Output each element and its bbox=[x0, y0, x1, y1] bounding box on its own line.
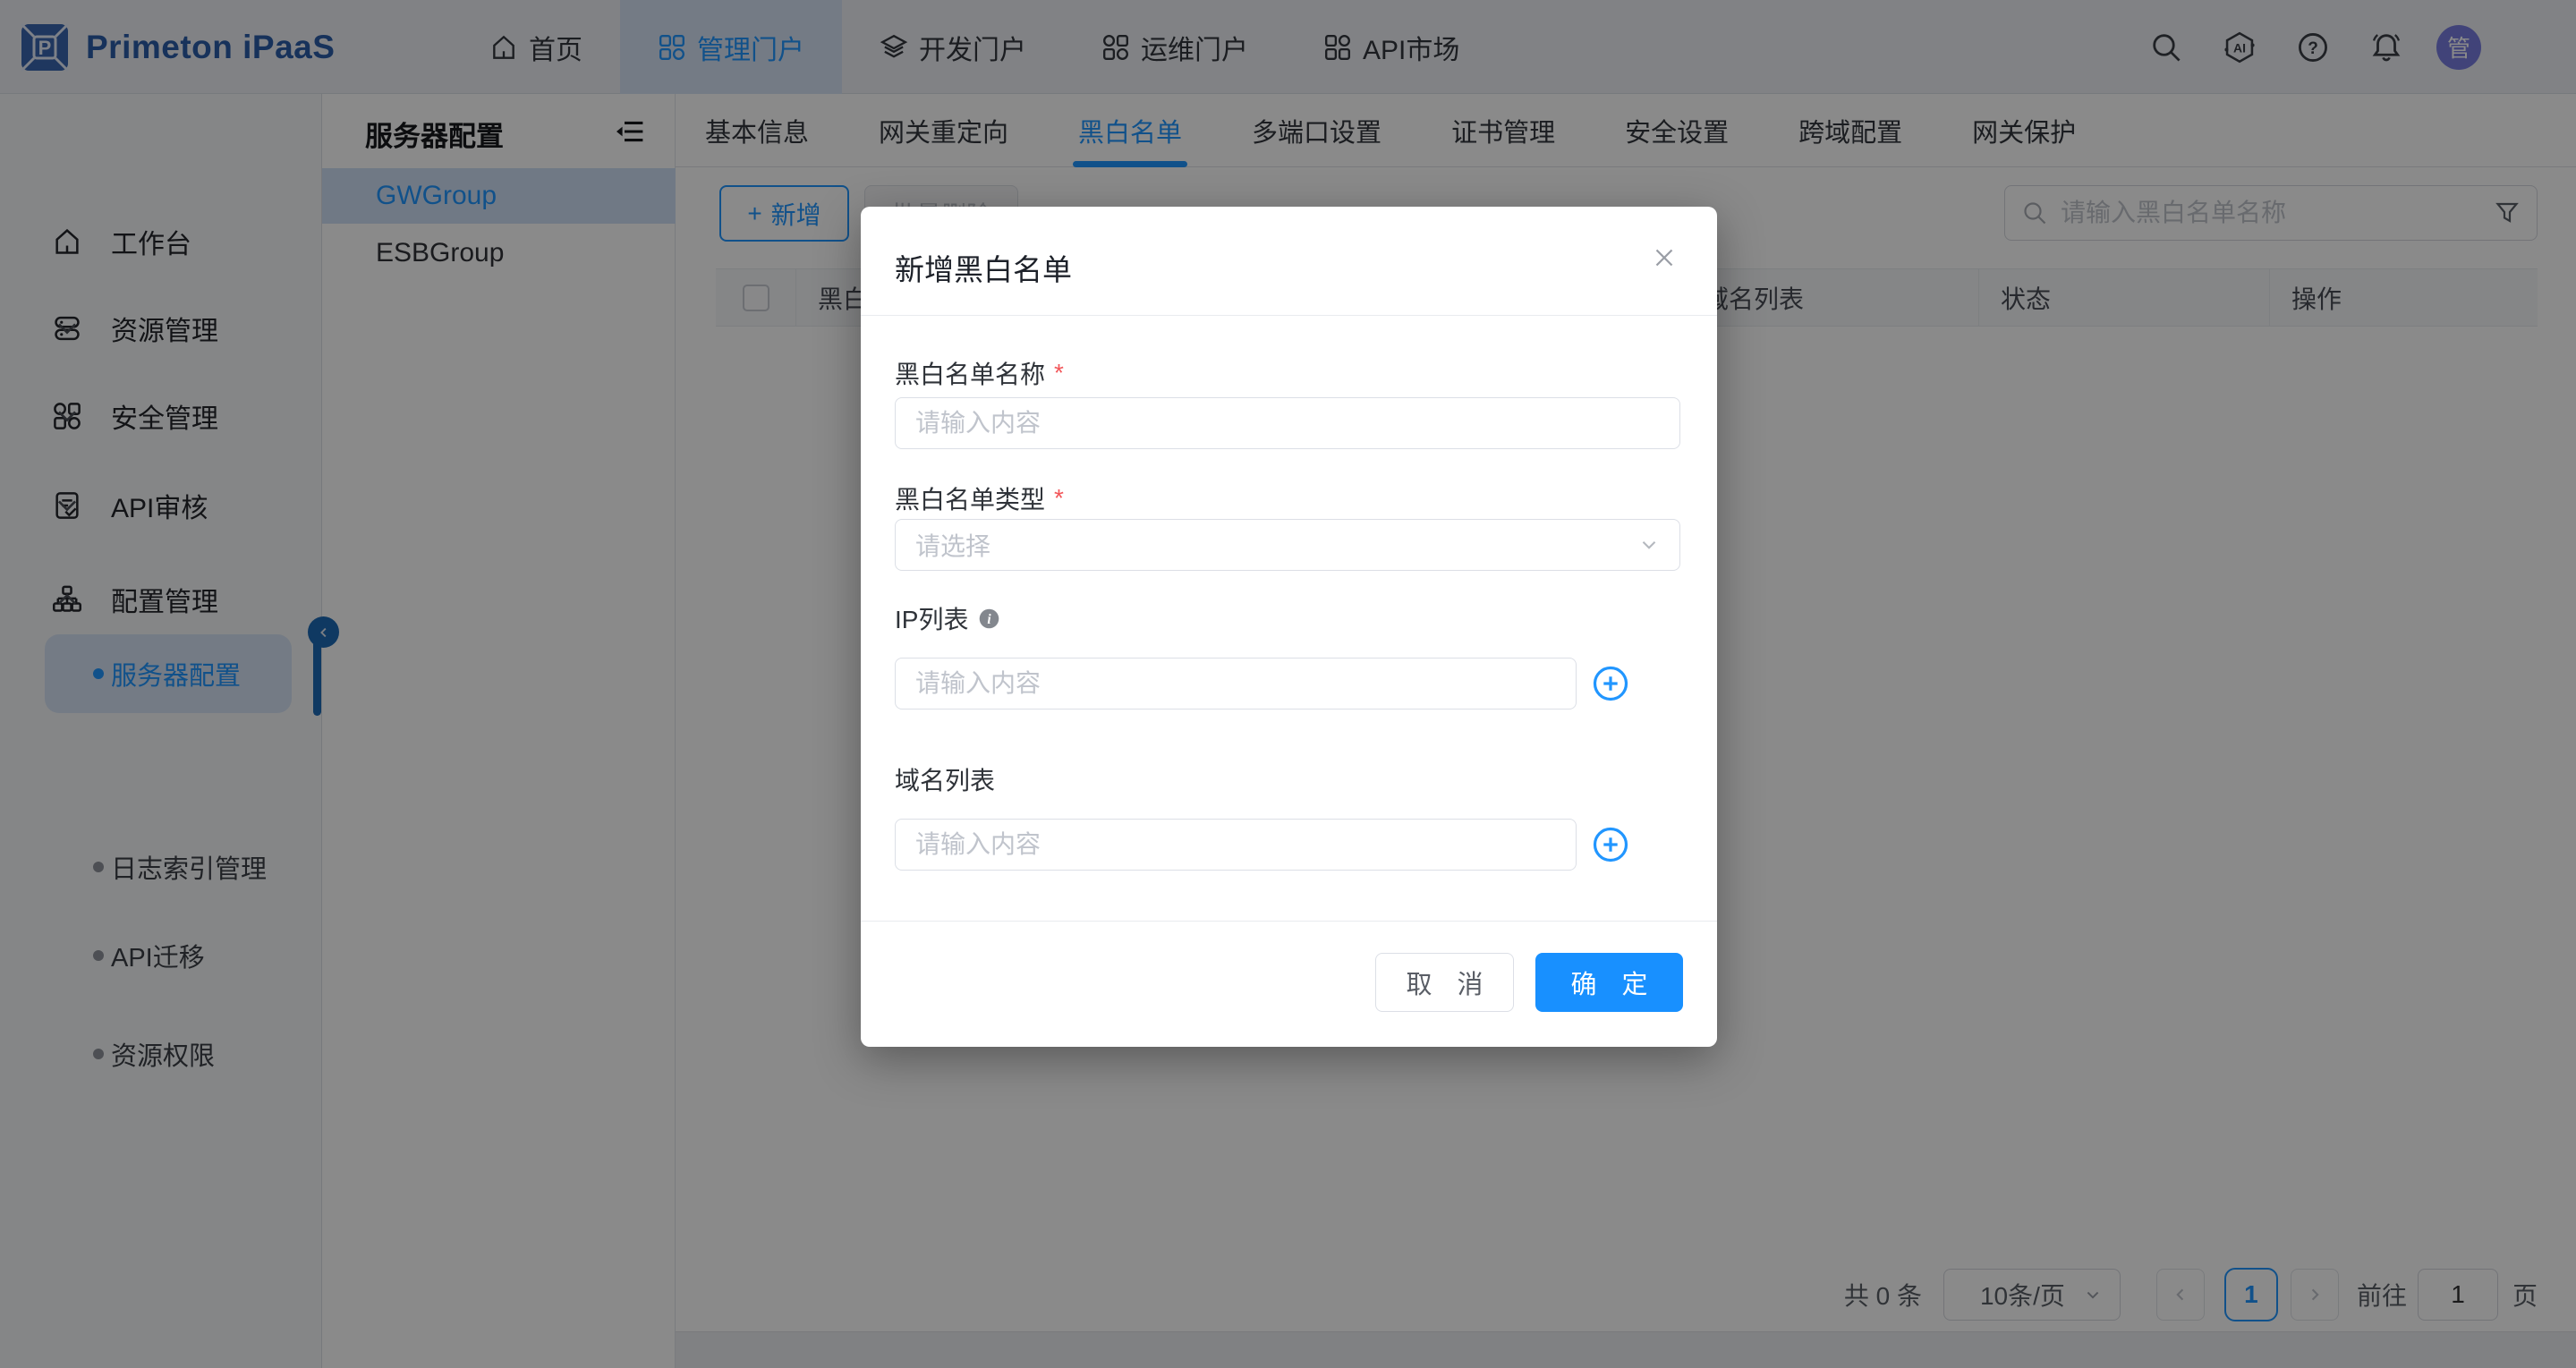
select-placeholder: 请选择 bbox=[915, 527, 990, 563]
info-icon[interactable]: i bbox=[977, 607, 1001, 631]
name-field-label: 黑白名单名称 * bbox=[895, 355, 1064, 391]
dialog-footer-divider bbox=[861, 921, 1717, 922]
type-field-label: 黑白名单类型 * bbox=[895, 480, 1064, 516]
name-input[interactable] bbox=[895, 397, 1680, 449]
dialog-title: 新增黑白名单 bbox=[895, 246, 1072, 289]
dialog-header-divider bbox=[861, 315, 1717, 316]
add-domain-row-button[interactable] bbox=[1592, 826, 1629, 863]
cancel-button[interactable]: 取 消 bbox=[1375, 953, 1514, 1012]
domain-list-field-label: 域名列表 bbox=[895, 761, 995, 797]
confirm-button[interactable]: 确 定 bbox=[1535, 953, 1683, 1012]
ip-list-input[interactable] bbox=[895, 658, 1577, 709]
domain-list-input[interactable] bbox=[895, 819, 1577, 871]
field-label-text: 域名列表 bbox=[895, 761, 995, 797]
field-label-text: 黑白名单名称 bbox=[895, 355, 1045, 391]
app-screen: P Primeton iPaaS 首页 管理门户 开发门户 运维门户 bbox=[0, 0, 2576, 1368]
svg-text:i: i bbox=[988, 611, 992, 626]
add-ip-row-button[interactable] bbox=[1592, 665, 1629, 702]
required-asterisk: * bbox=[1054, 484, 1064, 513]
close-icon[interactable] bbox=[1649, 242, 1685, 278]
field-label-text: IP列表 bbox=[895, 600, 968, 636]
circle-plus-icon bbox=[1592, 826, 1629, 863]
circle-plus-icon bbox=[1592, 665, 1629, 702]
field-label-text: 黑白名单类型 bbox=[895, 480, 1045, 516]
add-blackwhite-list-dialog: 新增黑白名单 黑白名单名称 * 黑白名单类型 * 请选择 IP列表 i 域名列表 bbox=[861, 207, 1717, 1047]
required-asterisk: * bbox=[1054, 359, 1064, 387]
type-select[interactable]: 请选择 bbox=[895, 519, 1680, 571]
ip-list-field-label: IP列表 i bbox=[895, 600, 1001, 636]
chevron-down-icon bbox=[1637, 532, 1662, 557]
